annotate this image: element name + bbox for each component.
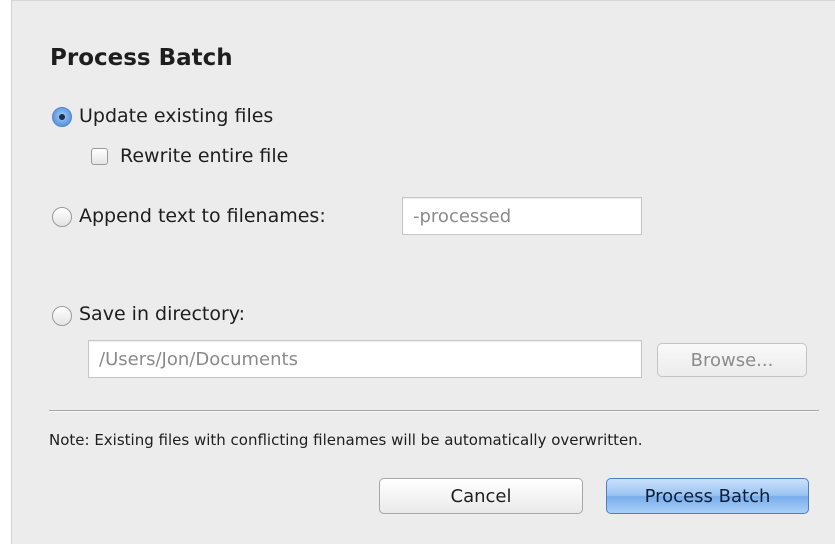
radio-selected-dot <box>59 114 65 120</box>
append-text-label[interactable]: Append text to filenames: <box>79 205 326 227</box>
rewrite-entire-label[interactable]: Rewrite entire file <box>120 145 288 167</box>
browse-button[interactable]: Browse... <box>657 343 807 377</box>
overwrite-note: Note: Existing files with conflicting fi… <box>49 431 643 449</box>
append-text-radio[interactable] <box>52 207 72 227</box>
save-directory-radio[interactable] <box>52 306 72 326</box>
divider <box>49 410 819 412</box>
update-existing-label[interactable]: Update existing files <box>79 105 273 127</box>
append-text-input[interactable] <box>402 197 642 235</box>
rewrite-entire-checkbox[interactable] <box>91 148 108 165</box>
process-batch-button[interactable]: Process Batch <box>606 478 809 514</box>
directory-path-input[interactable] <box>88 340 642 378</box>
update-existing-radio[interactable] <box>52 107 72 127</box>
save-directory-label[interactable]: Save in directory: <box>79 303 245 325</box>
cancel-button[interactable]: Cancel <box>379 478 583 514</box>
dialog-title: Process Batch <box>50 45 233 71</box>
process-batch-dialog: Process Batch Update existing files Rewr… <box>11 0 835 544</box>
